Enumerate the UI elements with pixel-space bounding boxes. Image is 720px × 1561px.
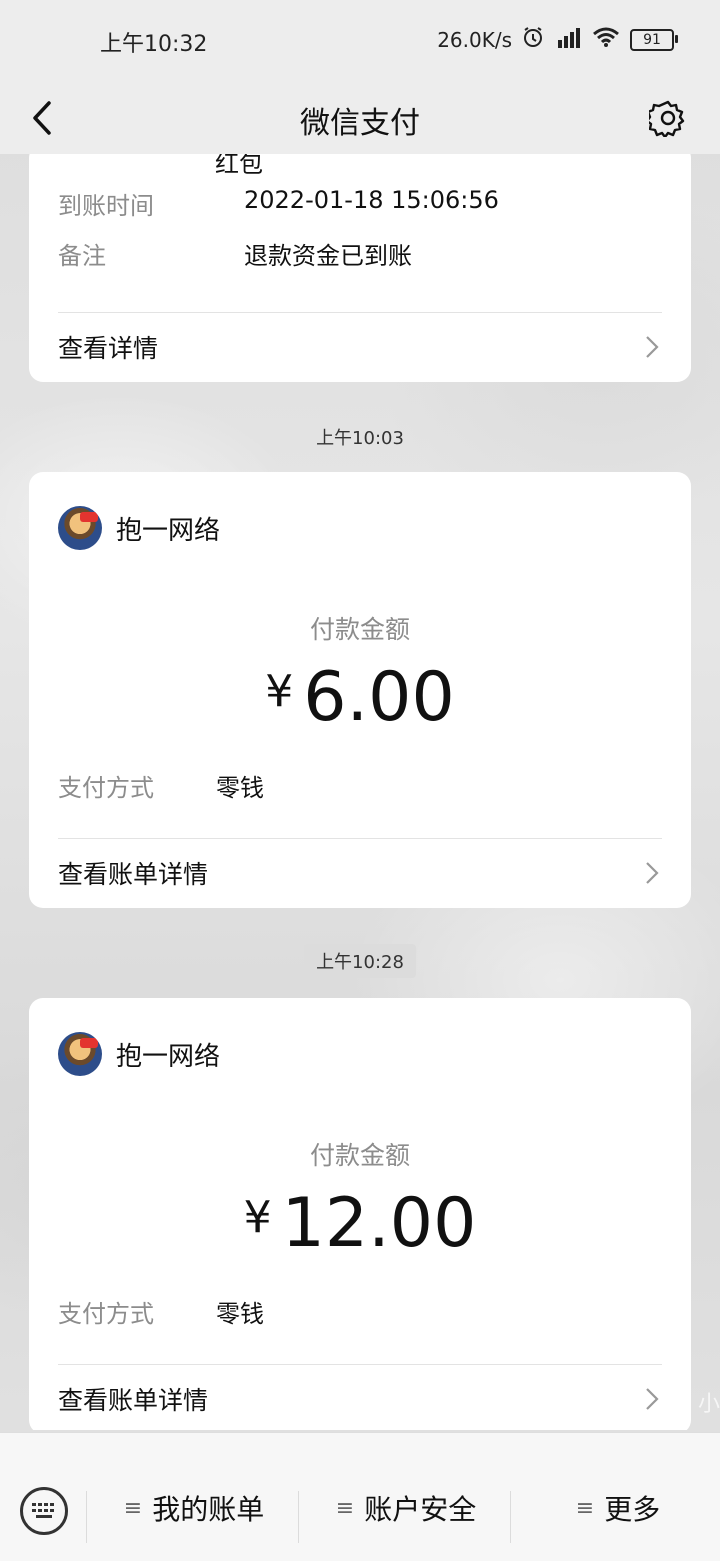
currency-symbol: ¥	[243, 1192, 272, 1243]
remark-label: 备注	[58, 242, 106, 270]
payment-method-row: 支付方式 零钱	[58, 768, 658, 803]
arrival-time-value: 2022-01-18 15:06:56	[244, 186, 499, 214]
menu-my-bills[interactable]: ≡ 我的账单	[92, 1479, 296, 1537]
chevron-left-icon	[33, 101, 51, 135]
status-right: 26.0K/s 91	[437, 26, 678, 53]
keyboard-icon	[32, 1503, 54, 1518]
settings-button[interactable]	[646, 96, 690, 140]
battery-icon: 91	[630, 28, 678, 51]
merchant-avatar	[58, 1032, 102, 1076]
payment-method-label: 支付方式	[58, 774, 154, 802]
payment-method-value: 零钱	[216, 774, 264, 802]
merchant-avatar	[58, 506, 102, 550]
payment-amount: ¥12.00	[29, 1184, 691, 1263]
alarm-icon	[522, 26, 544, 53]
view-details-label: 查看详情	[58, 334, 159, 363]
message-timestamp: 上午10:28	[304, 944, 416, 978]
menu-icon: ≡	[335, 1495, 355, 1521]
view-bill-details-link[interactable]: 查看账单详情	[58, 838, 662, 908]
view-details-link[interactable]: 查看详情	[58, 312, 662, 382]
menu-more[interactable]: ≡ 更多	[516, 1479, 720, 1537]
menu-label: 账户安全	[364, 1493, 477, 1526]
gear-icon	[649, 100, 685, 137]
partial-value: 红包	[215, 154, 263, 178]
amount-value: 6.00	[303, 658, 455, 737]
amount-label: 付款金额	[309, 615, 410, 644]
menu-icon: ≡	[575, 1495, 595, 1521]
message-list[interactable]: 红包 到账时间 2022-01-18 15:06:56 备注 退款资金已到账 查…	[0, 154, 720, 1430]
menu-label: 更多	[604, 1493, 661, 1526]
wifi-icon	[592, 26, 620, 53]
view-bill-details-label: 查看账单详情	[58, 1386, 209, 1415]
merchant-name: 抱一网络	[116, 1041, 221, 1072]
arrival-time-row: 到账时间 2022-01-18 15:06:56	[58, 186, 658, 221]
merchant-header[interactable]: 抱一网络	[58, 506, 220, 550]
network-speed: 26.0K/s	[437, 27, 512, 52]
message-timestamp: 上午10:03	[316, 428, 404, 449]
amount-label: 付款金额	[309, 1141, 410, 1170]
menu-separator	[298, 1491, 299, 1543]
merchant-header[interactable]: 抱一网络	[58, 1032, 220, 1076]
merchant-name: 抱一网络	[116, 515, 221, 546]
view-bill-details-link[interactable]: 查看账单详情	[58, 1364, 662, 1430]
amount-value: 12.00	[281, 1184, 477, 1263]
back-button[interactable]	[22, 94, 62, 142]
payment-method-value: 零钱	[216, 1300, 264, 1328]
status-time: 上午10:32	[100, 32, 208, 57]
payment-amount: ¥6.00	[29, 658, 691, 737]
chevron-right-icon	[642, 858, 662, 888]
refund-card: 红包 到账时间 2022-01-18 15:06:56 备注 退款资金已到账 查…	[29, 154, 691, 382]
menu-separator	[86, 1491, 87, 1543]
payment-card: 抱一网络 付款金额 ¥12.00 支付方式 零钱 查看账单详情	[29, 998, 691, 1430]
remark-value: 退款资金已到账	[244, 242, 412, 270]
payment-method-row: 支付方式 零钱	[58, 1294, 658, 1329]
cellular-signal-icon	[554, 26, 582, 53]
chevron-right-icon	[642, 1384, 662, 1414]
menu-account-security[interactable]: ≡ 账户安全	[304, 1479, 508, 1537]
bottom-menu-bar: ≡ 我的账单 ≡ 账户安全 ≡ 更多	[0, 1432, 720, 1561]
menu-label: 我的账单	[152, 1493, 265, 1526]
keyboard-toggle-button[interactable]	[20, 1487, 68, 1535]
arrival-time-label: 到账时间	[58, 192, 154, 220]
menu-icon: ≡	[123, 1495, 143, 1521]
watermark: 小	[697, 1392, 720, 1417]
view-bill-details-label: 查看账单详情	[58, 860, 209, 889]
app-header: 微信支付	[0, 82, 720, 154]
page-title: 微信支付	[300, 106, 420, 141]
payment-method-label: 支付方式	[58, 1300, 154, 1328]
currency-symbol: ¥	[265, 666, 294, 717]
status-bar: 上午10:32 26.0K/s 91	[0, 0, 720, 82]
payment-card: 抱一网络 付款金额 ¥6.00 支付方式 零钱 查看账单详情	[29, 472, 691, 908]
remark-row: 备注 退款资金已到账	[58, 236, 658, 271]
menu-separator	[510, 1491, 511, 1543]
chevron-right-icon	[642, 332, 662, 362]
